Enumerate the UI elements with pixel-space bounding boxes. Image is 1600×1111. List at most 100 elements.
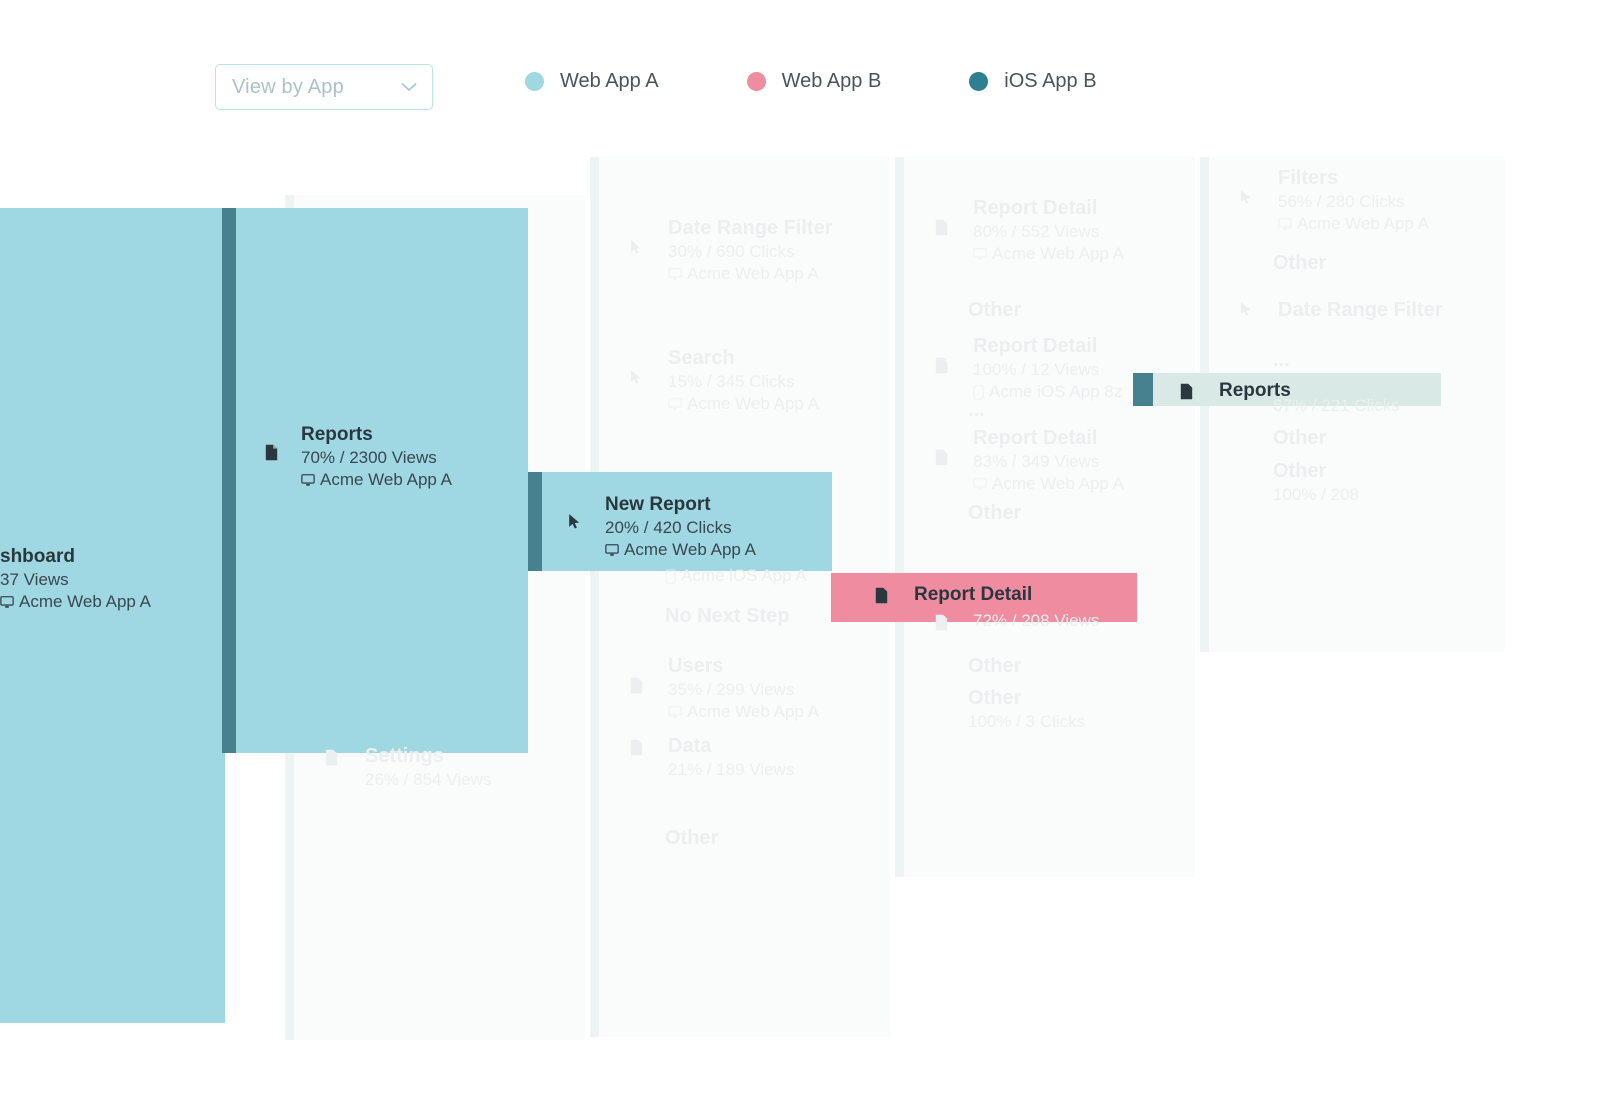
node-filters[interactable]: Filters 56% / 280 Clicks Acme Web App A: [1240, 165, 1520, 235]
node-report-detail-349-app: Acme Web App A: [973, 473, 1205, 495]
monitor-icon: [1278, 217, 1292, 231]
cursor-icon: [568, 513, 581, 535]
monitor-icon: [0, 595, 14, 609]
cursor-icon: [1240, 301, 1252, 322]
monitor-icon: [973, 477, 987, 491]
monitor-icon: [668, 705, 682, 719]
connector-bar-reports-col5: [1133, 373, 1155, 406]
node-other-col4-d-metric: 100% / 3 Clicks: [968, 712, 1086, 731]
node-other-col5-c-metric: 100% / 208: [1273, 485, 1360, 504]
page-icon: [935, 614, 948, 636]
node-report-detail-552[interactable]: Report Detail 80% / 552 Views Acme Web A…: [935, 195, 1205, 265]
node-filters-metric: 56% / 280 Clicks: [1278, 192, 1405, 211]
node-data-title: Data: [668, 735, 712, 757]
node-date-range-filter[interactable]: Date Range Filter 30% / 690 Clicks Acme …: [630, 215, 900, 285]
page-icon: [935, 357, 948, 379]
node-date-range-filter-metric: 30% / 690 Clicks: [668, 242, 795, 261]
node-other-col3[interactable]: Other: [665, 825, 935, 851]
node-reports[interactable]: Reports 70% / 2300 Views Acme Web App A: [265, 423, 515, 491]
node-date-range-filter-app-label: Acme Web App A: [687, 264, 819, 283]
node-new-report-app-label: Acme Web App A: [624, 540, 756, 559]
view-by-app-value: View by App: [232, 75, 344, 98]
node-report-detail-552-title: Report Detail: [973, 197, 1098, 219]
column-rail-3: [590, 157, 599, 1037]
page-icon: [935, 219, 948, 241]
node-other-col4-d[interactable]: Other 100% / 3 Clicks: [968, 685, 1238, 733]
legend-label-web-app-b: Web App B: [781, 70, 882, 92]
node-reports-title: Reports: [301, 424, 373, 445]
node-report-detail-349[interactable]: Report Detail 83% / 349 Views Acme Web A…: [935, 425, 1205, 495]
node-data[interactable]: Data 21% / 189 Views: [630, 733, 900, 781]
node-other-col4-a[interactable]: Other: [968, 297, 1238, 323]
legend-label-web-app-a: Web App A: [560, 70, 659, 92]
node-report-detail-12-title: Report Detail: [973, 335, 1098, 357]
legend-label-ios-app-b: iOS App B: [1004, 70, 1097, 92]
node-search-app-label: Acme Web App A: [687, 394, 819, 413]
node-date-range-filter-col5[interactable]: Date Range Filter: [1240, 297, 1520, 323]
node-settings-metric: 26% / 854 Views: [365, 770, 492, 789]
node-settings[interactable]: Settings 26% / 854 Views: [325, 743, 585, 791]
node-report-detail-208[interactable]: 72% / 208 Views: [935, 610, 1205, 632]
node-date-range-filter-title: Date Range Filter: [668, 217, 833, 239]
node-date-range-filter-app: Acme Web App A: [668, 263, 900, 285]
node-reports-clicks[interactable]: 67% / 221 Clicks: [1273, 395, 1543, 417]
node-report-detail-349-metric: 83% / 349 Views: [973, 452, 1100, 471]
node-other-col5-b[interactable]: Other: [1273, 425, 1543, 451]
node-report-detail-highlight[interactable]: Report Detail: [875, 583, 1135, 607]
node-other-col4-b-title: Other: [968, 502, 1022, 524]
node-report-detail-552-app-label: Acme Web App A: [992, 244, 1124, 263]
view-by-app-dropdown[interactable]: View by App: [215, 64, 433, 110]
legend-dot-ios-app-b: [969, 72, 989, 91]
page-icon: [630, 677, 643, 699]
legend-dot-web-app-a: [525, 72, 544, 91]
user-flow-canvas: shboard 37 Views Acme Web App A Reports …: [0, 145, 1600, 1111]
node-search[interactable]: Search 15% / 345 Clicks Acme Web App A: [630, 345, 900, 415]
page-icon: [1180, 383, 1193, 400]
legend-item-web-app-a[interactable]: Web App A: [525, 70, 659, 93]
node-new-report-title: New Report: [605, 494, 711, 515]
node-reports-metric: 70% / 2300 Views: [301, 448, 437, 467]
node-other-col4-a-title: Other: [968, 299, 1022, 321]
node-date-range-filter-col5-title: Date Range Filter: [1278, 299, 1443, 321]
node-other-col3-title: Other: [665, 827, 719, 849]
node-report-detail-552-metric: 80% / 552 Views: [973, 222, 1100, 241]
monitor-icon: [301, 473, 315, 487]
node-dashboard[interactable]: shboard 37 Views Acme Web App A: [0, 545, 210, 613]
node-report-detail-208-metric: 72% / 208 Views: [973, 611, 1100, 630]
flow-band-dashboard[interactable]: [0, 208, 225, 1023]
node-other-col5-a[interactable]: Other: [1273, 250, 1543, 276]
cursor-icon: [630, 239, 642, 260]
node-ellipsis-col4-title: ...: [968, 399, 985, 421]
node-other-col4-c[interactable]: Other: [968, 653, 1238, 679]
node-filters-title: Filters: [1278, 167, 1339, 189]
node-report-detail-552-app: Acme Web App A: [973, 243, 1205, 265]
monitor-icon: [605, 543, 619, 557]
monitor-icon: [668, 397, 682, 411]
top-toolbar: View by App Web App A Web App B iOS App …: [0, 0, 1600, 150]
node-dashboard-app: Acme Web App A: [0, 591, 210, 613]
node-users-app: Acme Web App A: [668, 701, 900, 723]
node-filters-app-label: Acme Web App A: [1297, 214, 1429, 233]
legend: Web App A Web App B iOS App B: [525, 70, 1185, 93]
node-report-detail-highlight-title: Report Detail: [914, 584, 1033, 605]
chevron-down-icon[interactable]: [396, 74, 422, 100]
node-other-col4-b[interactable]: Other: [968, 500, 1238, 526]
node-search-metric: 15% / 345 Clicks: [668, 372, 795, 391]
cursor-icon: [630, 369, 642, 390]
node-other-col4-c-title: Other: [968, 655, 1022, 677]
node-users[interactable]: Users 35% / 299 Views Acme Web App A: [630, 653, 900, 723]
legend-item-web-app-b[interactable]: Web App B: [746, 70, 882, 93]
node-other-col5-b-title: Other: [1273, 427, 1327, 449]
legend-item-ios-app-b[interactable]: iOS App B: [969, 70, 1097, 93]
node-reports-app-label: Acme Web App A: [320, 470, 452, 489]
node-other-col5-c[interactable]: Other 100% / 208: [1273, 458, 1543, 506]
node-other-col5-a-title: Other: [1273, 252, 1327, 274]
node-other-col4-d-title: Other: [968, 687, 1022, 709]
node-new-report[interactable]: New Report 20% / 420 Clicks Acme Web App…: [568, 493, 828, 561]
node-new-report-app: Acme Web App A: [605, 539, 828, 561]
cursor-icon: [1240, 189, 1252, 210]
node-dashboard-title: shboard: [0, 546, 75, 567]
page-icon: [630, 739, 643, 761]
node-settings-title: Settings: [365, 745, 444, 767]
page-icon: [325, 749, 338, 771]
